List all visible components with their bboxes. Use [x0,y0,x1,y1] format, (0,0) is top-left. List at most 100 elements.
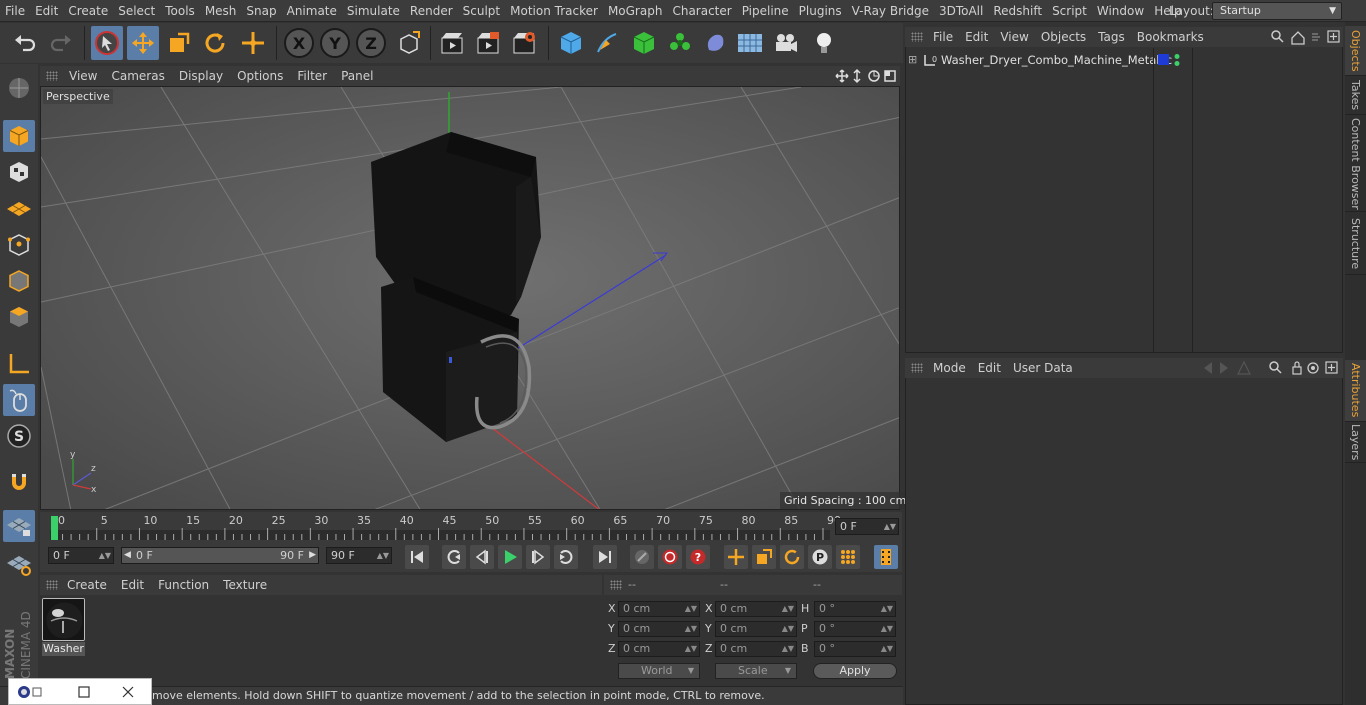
material-menu-edit[interactable]: Edit [114,575,151,595]
light-button[interactable] [808,26,840,60]
go-to-start-button[interactable] [405,545,429,569]
scale-tool-button[interactable] [163,26,195,60]
close-icon[interactable] [121,685,135,699]
menu-simulate[interactable]: Simulate [342,0,405,22]
menu-mesh[interactable]: Mesh [200,0,242,22]
render-picture-viewer-button[interactable] [472,26,504,60]
tweak-mode-button[interactable] [3,384,35,416]
menu-file[interactable]: File [0,0,30,22]
viewport-menu-view[interactable]: View [62,66,104,86]
side-tab-takes[interactable]: Takes [1345,77,1366,115]
object-menu-tags[interactable]: Tags [1092,27,1131,47]
points-mode-button[interactable] [3,229,35,261]
object-menu-bookmarks[interactable]: Bookmarks [1131,27,1210,47]
menu-character[interactable]: Character [667,0,736,22]
previous-frame-button[interactable] [470,545,494,569]
coordinate-system-button[interactable] [393,26,425,60]
side-tab-objects[interactable]: Objects [1345,26,1366,76]
make-editable-button[interactable] [3,72,35,104]
size-x-field[interactable]: 0 cm ▲▼ [715,601,797,617]
material-menu-create[interactable]: Create [60,575,114,595]
apply-button[interactable]: Apply [813,663,897,679]
menu-sculpt[interactable]: Sculpt [458,0,505,22]
snap-mode-button[interactable]: S [3,420,35,452]
next-frame-button[interactable] [526,545,550,569]
model-mode-button[interactable] [3,120,35,152]
menu-window[interactable]: Window [1092,0,1149,22]
perspective-viewport[interactable]: y z x [40,86,900,510]
attribute-menu-mode[interactable]: Mode [927,358,972,378]
layer-color-swatch[interactable] [1158,54,1169,65]
camera-button[interactable] [770,26,802,60]
timeline-window-button[interactable] [874,545,898,569]
keyframe-selection-button[interactable]: ? [686,545,710,569]
pos-z-field[interactable]: 0 cm ▲▼ [618,641,700,657]
coordinate-mode-select[interactable]: World ▼ [618,663,700,679]
menu-snap[interactable]: Snap [241,0,281,22]
workplane-mode-button[interactable] [3,192,35,224]
layout-select[interactable]: Startup ▼ [1212,2,1342,20]
edges-mode-button[interactable] [3,265,35,297]
key-point-level-button[interactable] [836,545,860,569]
viewport-menu-display[interactable]: Display [172,66,230,86]
side-tab-attributes[interactable]: Attributes [1345,360,1366,422]
viewport-menu-options[interactable]: Options [230,66,290,86]
menu-create[interactable]: Create [63,0,113,22]
size-y-field[interactable]: 0 cm ▲▼ [715,621,797,637]
floor-button[interactable] [734,26,766,60]
move-tool-button[interactable] [127,26,159,60]
attribute-manager-tools[interactable] [1200,360,1342,376]
render-settings-button[interactable] [508,26,540,60]
auto-keying-button[interactable] [658,545,682,569]
menu-mograph[interactable]: MoGraph [603,0,668,22]
current-frame-field[interactable]: 0 F ▲▼ [835,518,899,535]
next-key-button[interactable] [554,545,578,569]
live-move-button[interactable] [237,26,269,60]
rot-h-field[interactable]: 0 ° ▲▼ [814,601,896,617]
end-frame-field[interactable]: 90 F ▲▼ [326,547,392,564]
menu-tools[interactable]: Tools [160,0,200,22]
key-parameter-button[interactable]: P [808,545,832,569]
object-row-washer[interactable]: ⊞ 0 Washer_Dryer_Combo_Machine_Metallic [908,52,1172,68]
maximize-icon[interactable] [77,685,91,699]
subdivision-surface-button[interactable] [628,26,660,60]
menu-redshift[interactable]: Redshift [988,0,1047,22]
expand-icon[interactable]: ⊞ [908,52,918,68]
transform-mode-select[interactable]: Scale ▼ [715,663,797,679]
go-to-end-button[interactable] [593,545,617,569]
attribute-menu-edit[interactable]: Edit [972,358,1007,378]
side-tab-structure[interactable]: Structure [1345,213,1366,275]
side-tab-content-browser[interactable]: Content Browser [1345,116,1366,212]
object-manager-tools[interactable] [1270,29,1342,45]
menu-plugins[interactable]: Plugins [794,0,847,22]
key-rotation-button[interactable] [780,545,804,569]
axis-mode-button[interactable] [3,348,35,380]
record-keys-button[interactable] [630,545,654,569]
rotate-tool-button[interactable] [199,26,231,60]
menu-render[interactable]: Render [405,0,458,22]
locked-workplane-button[interactable] [3,510,35,542]
frame-range-slider[interactable]: ◀ 0 F 90 F ▶ [121,547,319,564]
side-tab-layers[interactable]: Layers [1345,423,1366,463]
key-position-button[interactable] [724,545,748,569]
viewport-menu-filter[interactable]: Filter [290,66,334,86]
menu-3dtoall[interactable]: 3DToAll [934,0,988,22]
planar-workplane-button[interactable] [3,548,35,580]
add-cube-button[interactable] [555,26,587,60]
deformer-button[interactable] [700,26,732,60]
material-menu-function[interactable]: Function [151,575,216,595]
magnet-button[interactable] [3,467,35,499]
undo-button[interactable] [10,26,42,60]
size-z-field[interactable]: 0 cm ▲▼ [715,641,797,657]
previous-key-button[interactable] [442,545,466,569]
visibility-dots-icon[interactable] [1173,53,1181,67]
viewport-nav-icons[interactable] [834,68,898,84]
cloner-button[interactable] [664,26,696,60]
key-scale-button[interactable] [752,545,776,569]
object-menu-edit[interactable]: Edit [959,27,994,47]
axis-x-lock-button[interactable]: X [284,28,314,58]
menu-animate[interactable]: Animate [282,0,342,22]
select-tool-button[interactable] [91,26,123,60]
object-menu-view[interactable]: View [994,27,1034,47]
menu-select[interactable]: Select [113,0,160,22]
